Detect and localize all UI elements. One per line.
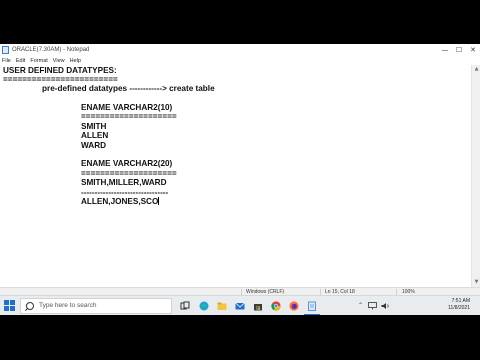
letterbox-bottom <box>0 315 480 360</box>
menu-bar: File Edit Format View Help <box>0 56 480 65</box>
mail-icon[interactable] <box>235 301 245 311</box>
status-bar: Windows (CRLF) Ln 15, Col 18 100% <box>0 287 480 295</box>
text-line: USER DEFINED DATATYPES: <box>3 66 117 75</box>
clock-date: 11/8/2021 <box>448 305 470 311</box>
text-line: ==================== <box>81 169 177 178</box>
text-line: pre-defined datatypes ------------> crea… <box>42 84 215 93</box>
taskbar-clock[interactable]: 7:51 AM 11/8/2021 <box>448 298 470 312</box>
text-line: SMITH,MILLER,WARD <box>81 178 167 187</box>
menu-help[interactable]: Help <box>70 58 81 64</box>
network-icon[interactable] <box>368 302 377 310</box>
search-placeholder: Type here to search <box>39 302 97 309</box>
chrome-icon[interactable] <box>271 301 281 311</box>
scroll-up-icon[interactable]: ▲ <box>473 66 480 73</box>
text-line: SMITH <box>81 122 107 131</box>
volume-icon[interactable] <box>381 302 390 310</box>
close-button[interactable]: ✕ <box>466 44 480 56</box>
text-line: ALLEN <box>81 131 109 140</box>
menu-file[interactable]: File <box>2 58 11 64</box>
vertical-scrollbar[interactable]: ▲ ▼ <box>471 65 480 287</box>
text-line: ==================== <box>81 112 177 121</box>
show-hidden-icons-icon[interactable]: ⌃ <box>358 296 363 316</box>
notepad-app-icon <box>2 46 9 54</box>
text-line: ENAME VARCHAR2(10) <box>81 103 173 112</box>
edge-icon[interactable] <box>199 301 209 311</box>
window-controls: — ☐ ✕ <box>438 44 480 56</box>
taskbar-search-box[interactable]: Type here to search <box>20 298 172 314</box>
notepad-icon[interactable] <box>307 301 317 311</box>
search-icon <box>26 302 34 310</box>
store-icon[interactable] <box>253 301 263 311</box>
window-title: ORACLE(7.30AM) - Notepad <box>12 47 90 53</box>
text-line-current: ALLEN,JONES,SCO <box>81 197 160 206</box>
text-caret <box>158 197 160 205</box>
text-line: WARD <box>81 141 107 150</box>
current-line-text: ALLEN,JONES,SCO <box>81 197 159 206</box>
letterbox-top <box>0 0 480 44</box>
text-line: -------------------------------- <box>81 188 169 197</box>
scroll-down-icon[interactable]: ▼ <box>473 279 480 286</box>
task-view-icon[interactable] <box>180 301 190 311</box>
maximize-button[interactable]: ☐ <box>452 44 466 56</box>
windows-start-icon[interactable] <box>4 300 15 311</box>
notepad-window: ORACLE(7.30AM) - Notepad — ☐ ✕ File Edit… <box>0 44 480 295</box>
taskbar: Type here to search ⌃ 7:51 AM 11/8/2021 <box>0 295 480 316</box>
minimize-button[interactable]: — <box>438 44 452 56</box>
text-line: ======================== <box>3 75 118 84</box>
menu-edit[interactable]: Edit <box>16 58 25 64</box>
file-explorer-icon[interactable] <box>217 301 227 311</box>
clock-time: 7:51 AM <box>451 298 470 304</box>
text-editor-area[interactable]: USER DEFINED DATATYPES: ================… <box>0 65 471 287</box>
title-bar[interactable]: ORACLE(7.30AM) - Notepad — ☐ ✕ <box>0 44 480 56</box>
text-line: ENAME VARCHAR2(20) <box>81 159 173 168</box>
menu-format[interactable]: Format <box>30 58 47 64</box>
menu-view[interactable]: View <box>53 58 65 64</box>
firefox-icon[interactable] <box>289 301 299 311</box>
